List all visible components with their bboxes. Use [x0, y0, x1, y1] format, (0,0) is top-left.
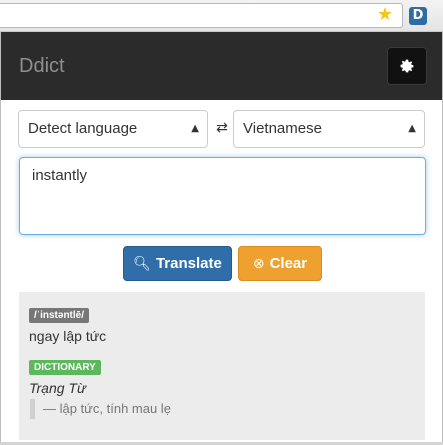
browser-toolbar: ★ D — [0, 0, 443, 32]
swap-languages-icon[interactable]: ⇄ — [213, 118, 231, 138]
text-to-translate-input[interactable]: instantly — [19, 157, 426, 235]
clear-circle-icon: ⊗ — [252, 255, 265, 272]
source-language-value: Detect language — [28, 120, 138, 137]
dictionary-badge: DICTIONARY — [29, 360, 101, 375]
settings-button[interactable] — [387, 47, 427, 85]
result-panel: /ˈinstəntlē/ ngay lập tức DICTIONARY Trạ… — [19, 292, 425, 440]
address-bar[interactable] — [0, 3, 403, 28]
gear-icon — [400, 59, 414, 73]
primary-meaning: ngay lập tức — [29, 328, 107, 344]
target-language-value: Vietnamese — [243, 120, 322, 137]
clear-button[interactable]: ⊗ Clear — [238, 246, 322, 281]
extension-icon[interactable]: D — [409, 7, 427, 25]
translate-button[interactable]: 🔍︎ Translate — [123, 246, 232, 281]
app-title: Ddict — [19, 55, 65, 77]
clear-button-label: Clear — [269, 255, 308, 272]
search-icon: 🔍︎ — [133, 255, 151, 272]
source-language-select[interactable]: Detect language ▲ — [18, 110, 208, 148]
select-arrows-icon: ▲ — [191, 123, 199, 134]
bookmark-star-icon[interactable]: ★ — [375, 5, 395, 25]
select-arrows-icon: ▲ — [408, 123, 416, 134]
popup-header: Ddict — [1, 32, 442, 100]
sense-list: — lập tức, tính mau lẹ — [30, 399, 410, 419]
word-type: Trạng Từ — [29, 380, 86, 396]
ddict-popup: Ddict Detect language ▲ ⇄ Vietnamese ▲ i… — [0, 32, 443, 445]
translate-button-label: Translate — [155, 255, 222, 272]
target-language-select[interactable]: Vietnamese ▲ — [233, 110, 425, 148]
phonetic-badge: /ˈinstəntlē/ — [29, 308, 90, 323]
